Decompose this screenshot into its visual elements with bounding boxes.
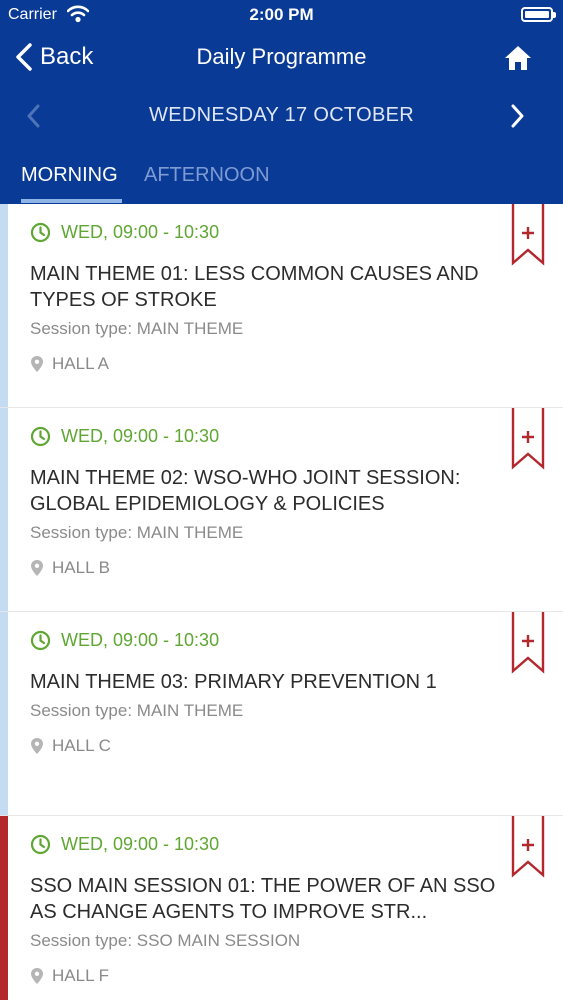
status-time: 2:00 PM [249,5,314,24]
location-pin-icon [31,560,43,576]
tab-bar: MORNING AFTERNOON [0,150,563,204]
clock-icon [30,834,51,855]
session-hall: HALL F [52,966,110,985]
date-label: WEDNESDAY 17 OCTOBER [149,104,414,126]
session-card[interactable]: WED, 09:00 - 10:30 MAIN THEME 03: PRIMAR… [0,612,563,816]
clock-icon [30,426,51,447]
session-location: HALL C [30,736,111,756]
session-time: WED, 09:00 - 10:30 [30,834,219,855]
session-type: Session type: SSO MAIN SESSION [30,931,301,950]
session-location: HALL F [30,966,109,986]
session-type: Session type: MAIN THEME [30,319,244,338]
session-list: WED, 09:00 - 10:30 MAIN THEME 01: LESS C… [0,204,563,1000]
tab-morning[interactable]: MORNING [21,164,118,187]
session-time-text: WED, 09:00 - 10:30 [61,630,220,650]
session-track-strip [0,816,8,1000]
session-title: MAIN THEME 03: PRIMARY PREVENTION 1 [30,671,437,693]
session-track-strip [0,204,8,407]
session-hall: HALL A [52,354,110,373]
chevron-right-icon[interactable] [507,102,527,130]
session-card[interactable]: WED, 09:00 - 10:30 MAIN THEME 02: WSO-WH… [0,408,563,612]
session-title: SSO MAIN SESSION 01: THE POWER OF AN SSO… [30,875,496,923]
session-title: MAIN THEME 02: WSO-WHO JOINT SESSION: GL… [30,467,461,515]
page-title: Daily Programme [196,44,367,69]
session-time-text: WED, 09:00 - 10:30 [61,834,220,854]
add-to-favourites-bookmark-icon[interactable] [511,816,545,878]
session-time: WED, 09:00 - 10:30 [30,426,219,447]
session-hall: HALL C [52,736,111,755]
status-bar: Carrier 2:00 PM [0,0,563,30]
header: Carrier 2:00 PM Back Daily Programme WED… [0,0,563,204]
tab-afternoon[interactable]: AFTERNOON [144,164,270,187]
session-track-strip [0,408,8,611]
add-to-favourites-bookmark-icon[interactable] [511,204,545,266]
session-track-strip [0,612,8,815]
session-time-text: WED, 09:00 - 10:30 [61,222,220,242]
session-card[interactable]: WED, 09:00 - 10:30 MAIN THEME 01: LESS C… [0,204,563,408]
session-card[interactable]: WED, 09:00 - 10:30 SSO MAIN SESSION 01: … [0,816,563,1000]
active-tab-indicator [21,199,122,203]
session-hall: HALL B [52,558,110,577]
session-time: WED, 09:00 - 10:30 [30,630,219,651]
clock-icon [30,222,51,243]
session-type: Session type: MAIN THEME [30,701,244,720]
add-to-favourites-bookmark-icon[interactable] [511,408,545,470]
session-time: WED, 09:00 - 10:30 [30,222,219,243]
location-pin-icon [31,968,43,984]
session-title: MAIN THEME 01: LESS COMMON CAUSES AND TY… [30,263,479,311]
session-location: HALL A [30,354,109,374]
location-pin-icon [31,738,43,754]
home-icon[interactable] [503,44,533,72]
nav-bar: Back Daily Programme [0,30,563,86]
session-time-text: WED, 09:00 - 10:30 [61,426,220,446]
session-type: Session type: MAIN THEME [30,523,244,542]
date-bar: WEDNESDAY 17 OCTOBER [0,90,563,142]
session-location: HALL B [30,558,110,578]
add-to-favourites-bookmark-icon[interactable] [511,612,545,674]
location-pin-icon [31,356,43,372]
battery-icon [521,7,556,22]
clock-icon [30,630,51,651]
